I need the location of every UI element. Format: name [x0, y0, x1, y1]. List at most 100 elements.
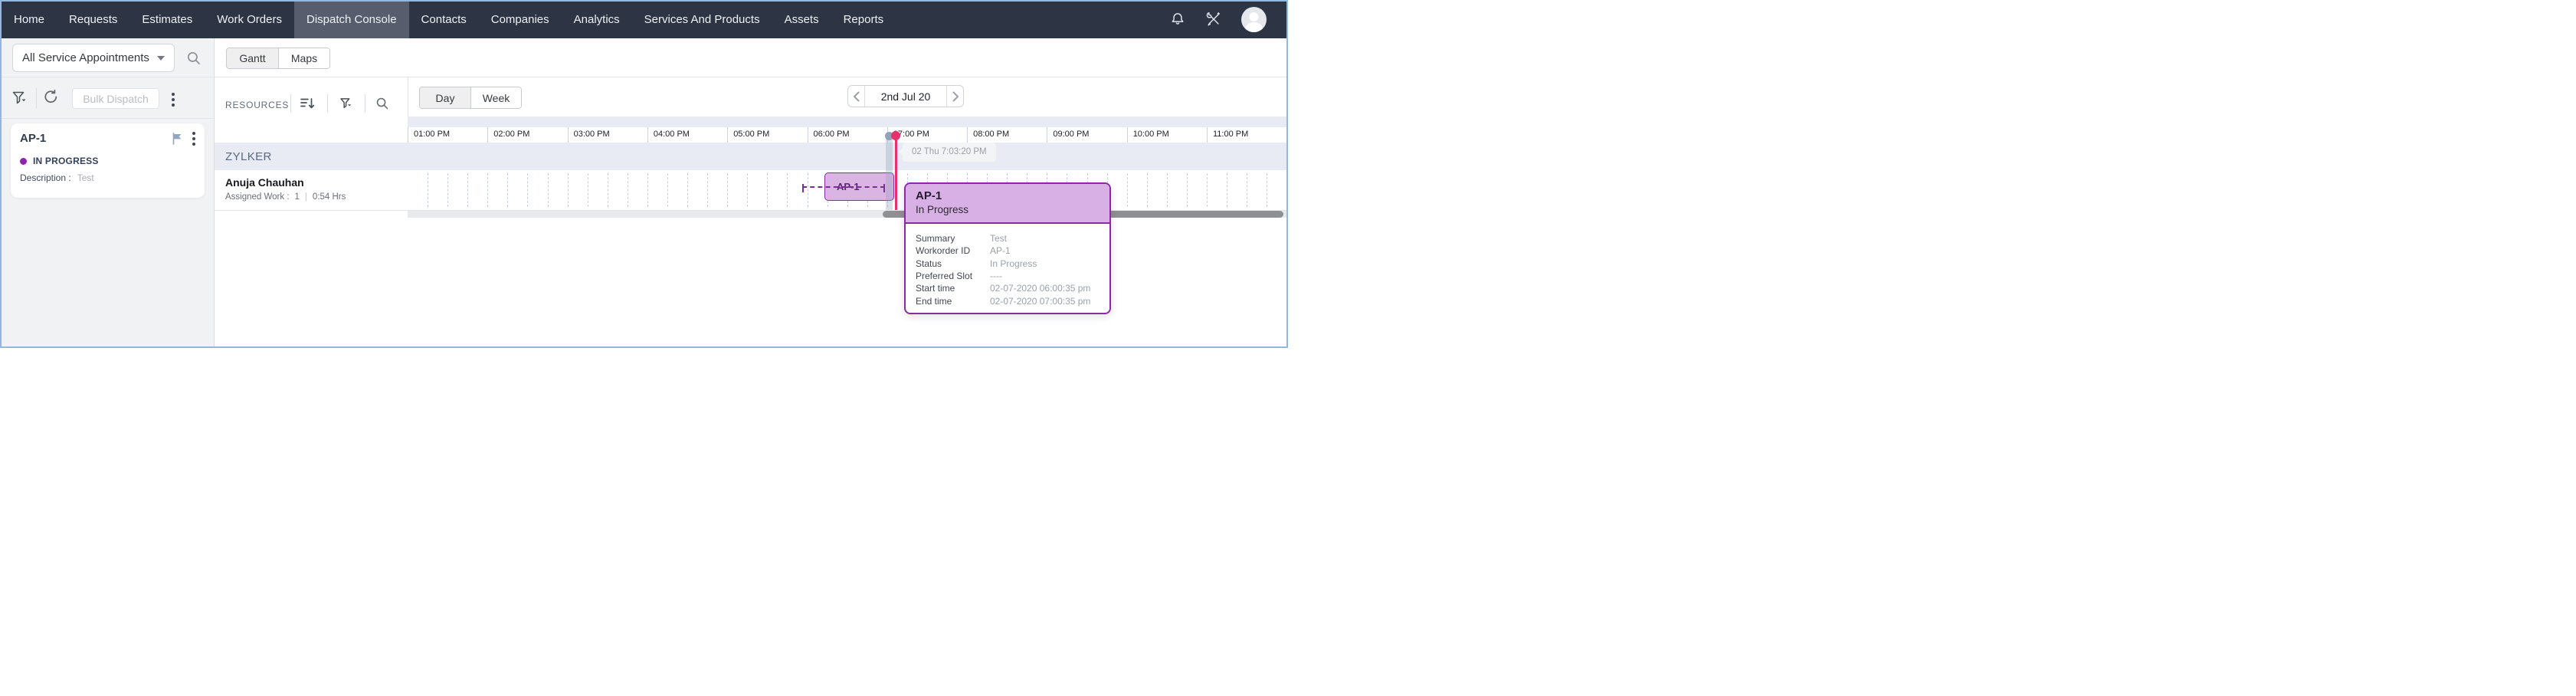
- hour-label-10-00-pm: 10:00 PM: [1127, 127, 1207, 143]
- grid-line: [687, 173, 688, 207]
- nav-item-services-and-products[interactable]: Services And Products: [632, 0, 772, 38]
- grid-line: [507, 173, 508, 207]
- notifications-button[interactable]: [1169, 11, 1186, 28]
- nav-item-home[interactable]: Home: [2, 0, 57, 38]
- group-name: ZYLKER: [225, 150, 272, 163]
- appointments-search-button[interactable]: [186, 51, 202, 66]
- grid-line: [1286, 173, 1287, 207]
- nav-item-companies[interactable]: Companies: [479, 0, 562, 38]
- status-dot: [20, 158, 27, 165]
- popup-body: SummaryTestWorkorder IDAP-1StatusIn Prog…: [906, 224, 1109, 307]
- grid-line: [1187, 173, 1188, 207]
- tools-icon: [1205, 11, 1222, 28]
- popup-row-workorder-id: Workorder IDAP-1: [916, 245, 1100, 257]
- funnel-filter-icon: [11, 90, 28, 107]
- current-time-pin-icon: [891, 131, 900, 140]
- resource-group-row[interactable]: ZYLKER: [215, 143, 1288, 170]
- appointments-panel: All Service Appointments: [0, 38, 215, 348]
- user-avatar[interactable]: [1241, 7, 1267, 32]
- nav-item-requests[interactable]: Requests: [57, 0, 129, 38]
- current-time-line: [895, 136, 897, 210]
- assigned-hours: 0:54 Hrs: [313, 192, 346, 202]
- setup-tools-button[interactable]: [1205, 11, 1222, 28]
- hour-label-01-00-pm: 01:00 PM: [408, 127, 487, 143]
- refresh-button[interactable]: [43, 89, 59, 105]
- appointments-toolbar: Bulk Dispatch: [0, 77, 214, 119]
- nav-item-reports[interactable]: Reports: [831, 0, 896, 38]
- next-day-button[interactable]: [947, 86, 963, 107]
- flag-icon[interactable]: [172, 133, 183, 145]
- drag-ghost-band: [886, 136, 893, 210]
- range-toggle: Day Week: [419, 87, 522, 109]
- grid-line: [727, 173, 728, 207]
- tab-day[interactable]: Day: [420, 87, 470, 108]
- popup-title: AP-1: [916, 189, 1100, 202]
- grid-line: [447, 173, 448, 207]
- grid-line: [647, 173, 648, 207]
- popup-row-end-time: End time02-07-2020 07:00:35 pm: [916, 294, 1100, 307]
- popup-field-label: Workorder ID: [916, 245, 990, 256]
- resource-row: Anuja Chauhan Assigned Work : 1 | 0:54 H…: [215, 170, 1288, 211]
- toolbar-divider: [36, 88, 37, 108]
- hour-label-05-00-pm: 05:00 PM: [727, 127, 807, 143]
- tab-maps[interactable]: Maps: [278, 48, 329, 68]
- resources-search-button[interactable]: [375, 97, 389, 110]
- appointment-view-label: All Service Appointments: [22, 51, 152, 64]
- grid-line: [548, 173, 549, 207]
- popup-row-summary: SummaryTest: [916, 232, 1100, 245]
- date-navigator: 2nd Jul 20: [847, 85, 964, 107]
- gantt-header: Gantt Maps: [215, 38, 1288, 77]
- appointment-view-dropdown[interactable]: All Service Appointments: [12, 44, 175, 72]
- nav-item-dispatch-console[interactable]: Dispatch Console: [294, 0, 409, 38]
- nav-item-assets[interactable]: Assets: [772, 0, 831, 38]
- card-more-options-button[interactable]: [192, 132, 195, 146]
- resources-sort-button[interactable]: [300, 97, 315, 110]
- scheduled-slot-range-indicator: [802, 186, 885, 188]
- appointment-card[interactable]: AP-1 IN PROGRESS: [11, 123, 205, 198]
- popup-header: AP-1 In Progress: [906, 184, 1109, 224]
- grid-line: [707, 173, 708, 207]
- popup-field-value: 02-07-2020 07:00:35 pm: [990, 296, 1090, 307]
- resource-cell[interactable]: Anuja Chauhan Assigned Work : 1 | 0:54 H…: [215, 170, 408, 210]
- nav-items: HomeRequestsEstimatesWork OrdersDispatch…: [0, 0, 896, 38]
- tab-week[interactable]: Week: [470, 87, 521, 108]
- search-icon: [375, 97, 389, 110]
- popup-field-value: ----: [990, 271, 1002, 281]
- timeline-hours: 01:00 PM02:00 PM03:00 PM04:00 PM05:00 PM…: [408, 127, 1288, 143]
- dispatch-console-app: HomeRequestsEstimatesWork OrdersDispatch…: [0, 0, 1288, 348]
- popup-field-label: Preferred Slot: [916, 271, 990, 281]
- grid-line: [747, 173, 748, 207]
- bulk-dispatch-button[interactable]: Bulk Dispatch: [72, 88, 159, 109]
- resources-title: RESOURCES: [225, 100, 289, 110]
- chevron-right-icon: [952, 91, 959, 102]
- horizontal-scrollbar[interactable]: [408, 211, 1288, 218]
- popup-field-value: Test: [990, 233, 1007, 244]
- resource-name: Anuja Chauhan: [225, 176, 408, 189]
- nav-item-work-orders[interactable]: Work Orders: [205, 0, 294, 38]
- tab-gantt[interactable]: Gantt: [227, 48, 278, 68]
- grid-line: [667, 173, 668, 207]
- hour-label-08-00-pm: 08:00 PM: [967, 127, 1047, 143]
- grid-line: [1207, 173, 1208, 207]
- resources-filter-button[interactable]: [339, 97, 353, 110]
- description-value: Test: [77, 172, 94, 183]
- current-time-tooltip: 02 Thu 7:03:20 PM: [903, 143, 996, 162]
- popup-field-value: 02-07-2020 06:00:35 pm: [990, 283, 1090, 294]
- sort-icon: [300, 97, 315, 110]
- refresh-icon: [43, 89, 59, 105]
- popup-status: In Progress: [916, 204, 1100, 215]
- nav-item-analytics[interactable]: Analytics: [562, 0, 632, 38]
- nav-item-estimates[interactable]: Estimates: [129, 0, 205, 38]
- nav-item-contacts[interactable]: Contacts: [409, 0, 479, 38]
- grid-line: [767, 173, 768, 207]
- appointments-filter-button[interactable]: [11, 90, 28, 107]
- assigned-work-label: Assigned Work :: [225, 192, 290, 202]
- current-date-label[interactable]: 2nd Jul 20: [864, 86, 947, 107]
- prev-day-button[interactable]: [848, 86, 864, 107]
- hour-label-11-00-pm: 11:00 PM: [1207, 127, 1286, 143]
- panel-more-options-button[interactable]: [172, 93, 175, 107]
- chevron-down-icon: [157, 56, 165, 61]
- popup-field-label: Summary: [916, 233, 990, 244]
- popup-row-start-time: Start time02-07-2020 06:00:35 pm: [916, 282, 1100, 294]
- grid-line: [527, 173, 528, 207]
